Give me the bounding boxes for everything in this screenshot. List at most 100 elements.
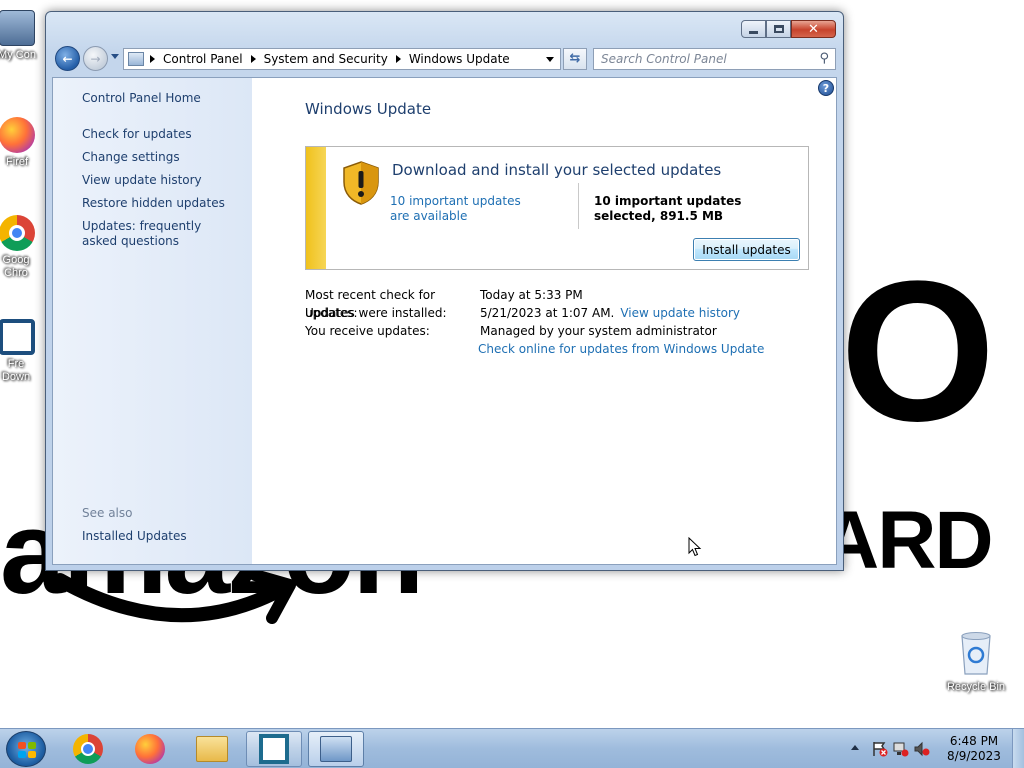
shield-warning-icon bbox=[343, 161, 379, 205]
taskbar-file-explorer[interactable] bbox=[184, 731, 240, 767]
change-settings-link[interactable]: Change settings bbox=[82, 150, 252, 165]
installed-value: 5/21/2023 at 1:07 AM. bbox=[480, 306, 615, 320]
banner-divider bbox=[578, 183, 579, 229]
breadcrumb-control-panel[interactable]: Control Panel bbox=[150, 52, 243, 66]
minimize-button[interactable] bbox=[741, 20, 766, 38]
banner-heading: Download and install your selected updat… bbox=[392, 161, 722, 179]
recent-pages-dropdown[interactable] bbox=[111, 54, 119, 59]
faq-link[interactable]: Updates: frequently asked questions bbox=[82, 219, 232, 249]
clock-date: 8/9/2023 bbox=[947, 749, 1001, 763]
system-tray: 6:48 PM 8/9/2023 bbox=[834, 729, 1024, 768]
download-manager-icon bbox=[0, 319, 35, 355]
firefox-icon bbox=[135, 734, 165, 764]
main-pane: Windows Update Download and install your… bbox=[305, 100, 815, 358]
info-row-recent-check: Most recent check for updates: Today at … bbox=[305, 286, 815, 320]
info-row-receive: You receive updates: Managed by your sys… bbox=[305, 322, 815, 340]
mouse-cursor-icon bbox=[688, 537, 702, 557]
chevron-right-icon bbox=[150, 55, 155, 63]
recent-check-value: Today at 5:33 PM bbox=[480, 288, 583, 302]
help-button[interactable]: ? bbox=[818, 80, 834, 96]
firefox-icon bbox=[0, 117, 35, 153]
clock-time: 6:48 PM bbox=[949, 734, 999, 748]
close-icon: ✕ bbox=[808, 21, 819, 37]
search-placeholder: Search Control Panel bbox=[601, 52, 727, 66]
important-updates-link[interactable]: 10 important updates are available bbox=[390, 194, 540, 224]
see-also-heading: See also bbox=[82, 506, 133, 520]
chevron-right-icon bbox=[250, 55, 256, 63]
task-pane: Control Panel Home Check for updates Cha… bbox=[53, 78, 252, 564]
view-update-history-link[interactable]: View update history bbox=[82, 173, 252, 188]
chevron-down-icon[interactable] bbox=[546, 57, 554, 62]
wallpaper-big-letter: O bbox=[840, 240, 996, 463]
warning-stripe bbox=[306, 147, 326, 269]
wallpaper-word-right: ARD bbox=[820, 495, 994, 586]
restore-hidden-updates-link[interactable]: Restore hidden updates bbox=[82, 196, 252, 211]
recycle-bin-icon bbox=[961, 632, 991, 675]
chrome-icon bbox=[0, 215, 35, 251]
search-icon[interactable]: ⚲ bbox=[819, 51, 829, 66]
taskbar-chrome[interactable] bbox=[60, 731, 116, 767]
start-button[interactable] bbox=[6, 731, 46, 767]
content-area: Control Panel Home Check for updates Cha… bbox=[52, 77, 837, 565]
address-bar[interactable]: Control Panel System and Security Window… bbox=[123, 48, 561, 70]
installed-label: Updates were installed: bbox=[305, 306, 447, 320]
info-row-installed: Updates were installed: 5/21/2023 at 1:0… bbox=[305, 304, 815, 322]
caption-buttons: ✕ bbox=[741, 20, 836, 38]
desktop-icon-recycle-bin[interactable]: Recycle Bin bbox=[938, 630, 1014, 693]
breadcrumb-label: Windows Update bbox=[408, 52, 510, 66]
show-desktop-button[interactable] bbox=[1012, 729, 1024, 768]
view-update-history-inline-link[interactable]: View update history bbox=[620, 304, 740, 322]
info-row-online: Check online for updates from Windows Up… bbox=[305, 340, 815, 358]
maximize-icon bbox=[773, 25, 784, 33]
chrome-icon bbox=[73, 734, 103, 764]
update-status-info: Most recent check for updates: Today at … bbox=[305, 286, 815, 358]
maximize-button[interactable] bbox=[766, 20, 791, 38]
desktop-icon-label: Goog Chro bbox=[2, 254, 30, 279]
computer-icon bbox=[0, 10, 35, 46]
arrow-right-icon: → bbox=[90, 51, 101, 66]
check-for-updates-link[interactable]: Check for updates bbox=[82, 127, 252, 142]
installed-updates-link[interactable]: Installed Updates bbox=[82, 529, 187, 543]
page-title: Windows Update bbox=[305, 100, 432, 118]
minimize-icon bbox=[749, 30, 758, 34]
taskbar-free-download-manager[interactable] bbox=[246, 731, 302, 767]
folder-icon bbox=[196, 736, 228, 762]
control-panel-icon bbox=[128, 52, 144, 66]
breadcrumb-label: Control Panel bbox=[163, 52, 243, 66]
desktop-icon-label: Fre Down bbox=[1, 358, 31, 383]
taskbar-firefox[interactable] bbox=[122, 731, 178, 767]
search-input[interactable]: Search Control Panel ⚲ bbox=[593, 48, 836, 70]
update-banner: Download and install your selected updat… bbox=[305, 146, 809, 270]
network-icon[interactable] bbox=[893, 741, 909, 757]
forward-button[interactable]: → bbox=[83, 46, 108, 71]
refresh-button[interactable]: ⇆ bbox=[563, 48, 587, 70]
selected-updates-summary: 10 important updates selected, 891.5 MB bbox=[594, 194, 742, 223]
windows-logo-icon bbox=[18, 742, 36, 758]
receive-value: Managed by your system administrator bbox=[480, 324, 717, 338]
close-button[interactable]: ✕ bbox=[791, 20, 836, 38]
recycle-bin-label: Recycle Bin bbox=[946, 681, 1006, 693]
control-panel-icon bbox=[320, 736, 352, 762]
arrow-left-icon: ← bbox=[62, 51, 73, 66]
chevron-right-icon bbox=[395, 55, 401, 63]
wallpaper-smile-arrow bbox=[53, 569, 296, 624]
breadcrumb-system-security[interactable]: System and Security bbox=[250, 52, 388, 66]
taskbar-control-panel[interactable] bbox=[308, 731, 364, 767]
taskbar-clock[interactable]: 6:48 PM 8/9/2023 bbox=[939, 734, 1009, 764]
breadcrumb-label: System and Security bbox=[263, 52, 388, 66]
receive-label: You receive updates: bbox=[305, 324, 430, 338]
control-panel-home-link[interactable]: Control Panel Home bbox=[82, 91, 252, 106]
show-hidden-icons-button[interactable] bbox=[851, 745, 859, 750]
check-online-link[interactable]: Check online for updates from Windows Up… bbox=[478, 340, 764, 358]
download-manager-icon bbox=[259, 734, 289, 764]
volume-muted-icon[interactable] bbox=[914, 741, 930, 757]
breadcrumb-windows-update[interactable]: Windows Update bbox=[395, 52, 510, 66]
taskbar: 6:48 PM 8/9/2023 bbox=[0, 728, 1024, 768]
recent-check-label: Most recent check for updates: bbox=[305, 288, 436, 320]
help-icon: ? bbox=[822, 82, 830, 95]
navigation-bar: ← → Control Panel System and Security Wi… bbox=[53, 45, 836, 73]
install-updates-button[interactable]: Install updates bbox=[693, 238, 800, 261]
back-button[interactable]: ← bbox=[55, 46, 80, 71]
action-center-icon[interactable] bbox=[872, 741, 888, 757]
